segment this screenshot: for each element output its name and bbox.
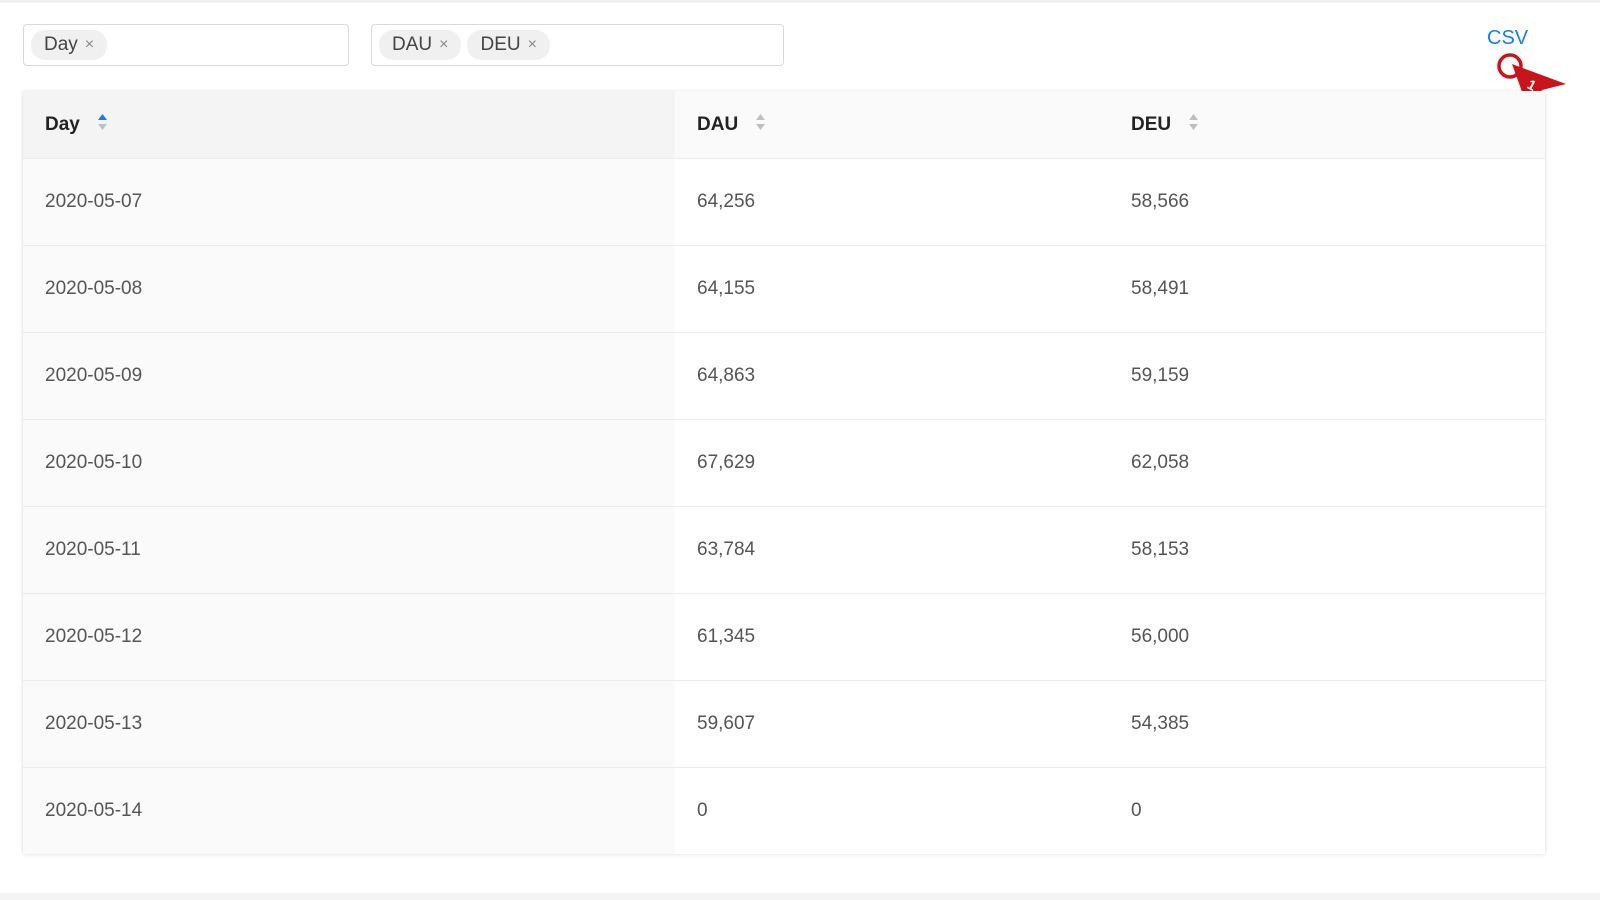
cell-day: 2020-05-09 xyxy=(23,332,675,420)
cell-day: 2020-05-07 xyxy=(23,158,675,246)
cell-day: 2020-05-12 xyxy=(23,593,675,681)
bottom-border xyxy=(0,893,1600,900)
close-icon[interactable]: × xyxy=(85,37,94,53)
tag-label: Day xyxy=(44,34,78,55)
top-border xyxy=(0,0,1600,3)
cell-dau: 61,345 xyxy=(675,593,1109,681)
metrics-select[interactable]: DAU × DEU × xyxy=(371,24,784,66)
cell-deu: 59,159 xyxy=(1109,332,1545,420)
table-row: 2020-05-09 64,863 59,159 xyxy=(23,332,1545,420)
cell-deu: 56,000 xyxy=(1109,593,1545,681)
table-row: 2020-05-11 63,784 58,153 xyxy=(23,506,1545,594)
column-label: Day xyxy=(45,113,80,135)
table-row: 2020-05-13 59,607 54,385 xyxy=(23,680,1545,768)
sort-ascending-icon xyxy=(98,114,108,131)
tag-day: Day × xyxy=(31,30,108,60)
tag-deu: DEU × xyxy=(467,30,550,60)
cell-day: 2020-05-14 xyxy=(23,767,675,854)
cell-deu: 62,058 xyxy=(1109,419,1545,507)
cell-dau: 64,863 xyxy=(675,332,1109,420)
sort-icon xyxy=(756,114,766,131)
cell-dau: 64,256 xyxy=(675,158,1109,246)
column-header-day[interactable]: Day xyxy=(23,91,675,159)
tag-label: DAU xyxy=(392,34,433,55)
tag-dau: DAU × xyxy=(379,30,462,60)
table-row: 2020-05-08 64,155 58,491 xyxy=(23,245,1545,333)
cell-day: 2020-05-08 xyxy=(23,245,675,333)
close-icon[interactable]: × xyxy=(528,37,537,53)
cell-day: 2020-05-11 xyxy=(23,506,675,594)
table-row: 2020-05-12 61,345 56,000 xyxy=(23,593,1545,681)
tag-label: DEU xyxy=(480,34,521,55)
cell-deu: 58,566 xyxy=(1109,158,1545,246)
dimension-select[interactable]: Day × xyxy=(23,24,349,66)
cell-day: 2020-05-10 xyxy=(23,419,675,507)
close-icon[interactable]: × xyxy=(439,37,448,53)
table-row: 2020-05-14 0 0 xyxy=(23,767,1545,854)
column-label: DAU xyxy=(697,113,739,135)
cell-dau: 64,155 xyxy=(675,245,1109,333)
cell-day: 2020-05-13 xyxy=(23,680,675,768)
table-header-row: Day DAU DEU xyxy=(23,91,1545,159)
cell-deu: 58,491 xyxy=(1109,245,1545,333)
table-row: 2020-05-10 67,629 62,058 xyxy=(23,419,1545,507)
csv-export-link[interactable]: CSV xyxy=(1487,27,1528,50)
cell-dau: 0 xyxy=(675,767,1109,854)
column-header-deu[interactable]: DEU xyxy=(1109,91,1545,159)
cell-dau: 63,784 xyxy=(675,506,1109,594)
data-table: Day DAU DEU 2020-05-07 64,256 58,566 202… xyxy=(23,91,1545,854)
cell-dau: 59,607 xyxy=(675,680,1109,768)
column-label: DEU xyxy=(1131,113,1172,135)
cell-deu: 58,153 xyxy=(1109,506,1545,594)
cell-dau: 67,629 xyxy=(675,419,1109,507)
cell-deu: 54,385 xyxy=(1109,680,1545,768)
column-header-dau[interactable]: DAU xyxy=(675,91,1109,159)
table-row: 2020-05-07 64,256 58,566 xyxy=(23,158,1545,246)
cell-deu: 0 xyxy=(1109,767,1545,854)
sort-icon xyxy=(1189,114,1199,131)
